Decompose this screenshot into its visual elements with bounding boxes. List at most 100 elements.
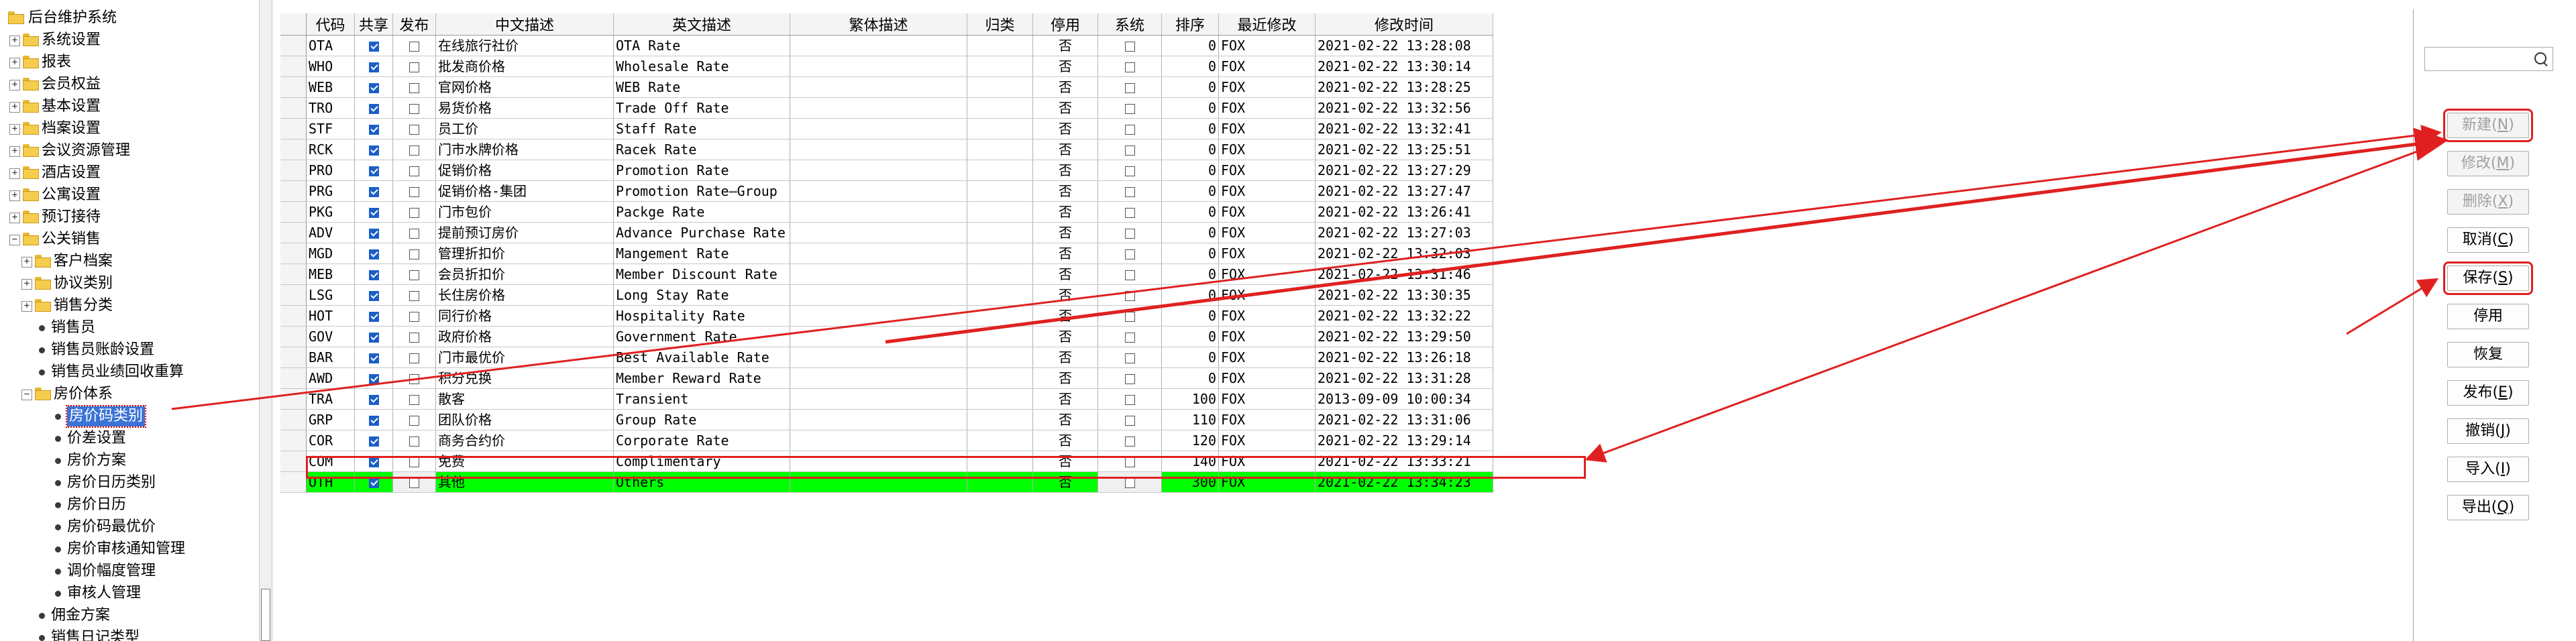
tw-cell[interactable] bbox=[790, 222, 967, 243]
tw-cell[interactable] bbox=[790, 180, 967, 202]
table-row[interactable]: WHO 批发商价格 Wholesale Rate 否 0 FOX 2021-02-22 13… bbox=[280, 56, 1493, 77]
publish-checkbox[interactable] bbox=[409, 353, 419, 363]
en-cell[interactable]: Packge Rate bbox=[613, 201, 790, 223]
sys-cell[interactable] bbox=[1097, 305, 1162, 327]
publish-cell[interactable] bbox=[392, 180, 436, 202]
publish-cell[interactable] bbox=[392, 118, 436, 139]
sys-checkbox[interactable] bbox=[1124, 373, 1135, 384]
sys-cell[interactable] bbox=[1097, 326, 1162, 347]
tree-item-label[interactable]: 房价方案 bbox=[67, 451, 126, 471]
tw-cell[interactable] bbox=[790, 409, 967, 430]
cn-cell[interactable]: 提前预订房价 bbox=[435, 222, 614, 243]
code-cell[interactable]: RCK bbox=[306, 139, 355, 160]
publish-cell[interactable] bbox=[392, 139, 436, 160]
tree-item[interactable]: + 档案设置 bbox=[0, 119, 259, 139]
tree-item[interactable]: + 协议类别 bbox=[0, 274, 259, 294]
mod-cell[interactable]: FOX bbox=[1218, 201, 1316, 223]
expand-icon[interactable]: + bbox=[9, 213, 20, 223]
row-header[interactable] bbox=[280, 347, 307, 368]
share-cell[interactable] bbox=[354, 243, 393, 264]
sort-cell[interactable]: 0 bbox=[1161, 284, 1219, 306]
row-header[interactable] bbox=[280, 367, 307, 389]
share-cell[interactable] bbox=[354, 222, 393, 243]
time-cell[interactable]: 2021-02-22 13:32:03 bbox=[1315, 243, 1493, 264]
code-cell[interactable]: WHO bbox=[306, 56, 355, 77]
tw-cell[interactable] bbox=[790, 451, 967, 472]
cn-cell[interactable]: 促销价格-集团 bbox=[435, 180, 614, 202]
sys-cell[interactable] bbox=[1097, 284, 1162, 306]
share-cell[interactable] bbox=[354, 118, 393, 139]
row-header[interactable] bbox=[280, 284, 307, 306]
cn-cell[interactable]: 散客 bbox=[435, 388, 614, 410]
table-row[interactable]: COR 商务合约价 Corporate Rate 否 120 FOX 2021-02-22 … bbox=[280, 430, 1493, 451]
en-cell[interactable]: Hospitality Rate bbox=[613, 305, 790, 327]
sys-cell[interactable] bbox=[1097, 347, 1162, 368]
share-cell[interactable] bbox=[354, 284, 393, 306]
table-row[interactable]: ADV 提前预订房价 Advance Purchase Rate 否 0 FOX 2021-… bbox=[280, 222, 1493, 243]
sys-cell[interactable] bbox=[1097, 56, 1162, 77]
tree-item[interactable]: + 销售分类 bbox=[0, 296, 259, 316]
share-cell[interactable] bbox=[354, 56, 393, 77]
sort-cell[interactable]: 0 bbox=[1161, 326, 1219, 347]
row-header[interactable] bbox=[280, 139, 307, 160]
sys-cell[interactable] bbox=[1097, 160, 1162, 181]
sys-checkbox[interactable] bbox=[1124, 436, 1135, 447]
mod-cell[interactable]: FOX bbox=[1218, 430, 1316, 451]
publish-cell[interactable] bbox=[392, 451, 436, 472]
sys-cell[interactable] bbox=[1097, 201, 1162, 223]
row-header[interactable] bbox=[280, 180, 307, 202]
tree-item[interactable]: 价差设置 bbox=[0, 428, 259, 449]
halt-cell[interactable]: 否 bbox=[1032, 347, 1098, 368]
share-checkbox[interactable] bbox=[368, 207, 379, 218]
sys-checkbox[interactable] bbox=[1124, 311, 1135, 322]
tree-item-label[interactable]: 佣金方案 bbox=[51, 605, 110, 626]
halt-cell[interactable]: 否 bbox=[1032, 388, 1098, 410]
tree-item[interactable]: 销售员账龄设置 bbox=[0, 340, 259, 360]
tree-item[interactable]: + 报表 bbox=[0, 52, 259, 72]
cat-cell[interactable] bbox=[967, 222, 1033, 243]
tw-cell[interactable] bbox=[790, 160, 967, 181]
publish-cell[interactable] bbox=[392, 264, 436, 285]
sys-cell[interactable] bbox=[1097, 97, 1162, 119]
row-header[interactable] bbox=[280, 305, 307, 327]
publish-checkbox[interactable] bbox=[409, 373, 419, 384]
code-cell[interactable]: MGD bbox=[306, 243, 355, 264]
en-cell[interactable]: Others bbox=[613, 471, 790, 493]
mod-cell[interactable]: FOX bbox=[1218, 160, 1316, 181]
tree-item[interactable]: 房价码最优价 bbox=[0, 517, 259, 537]
publish-cell[interactable] bbox=[392, 347, 436, 368]
button-8[interactable]: 撤销(J) bbox=[2447, 418, 2529, 444]
publish-cell[interactable] bbox=[392, 284, 436, 306]
publish-cell[interactable] bbox=[392, 243, 436, 264]
cat-cell[interactable] bbox=[967, 430, 1033, 451]
tree-item[interactable]: + 会员权益 bbox=[0, 74, 259, 95]
time-cell[interactable]: 2021-02-22 13:32:41 bbox=[1315, 118, 1493, 139]
tree-item-label[interactable]: 销售员业绩回收重算 bbox=[51, 362, 184, 382]
tree-item-label[interactable]: 客户档案 bbox=[54, 251, 113, 272]
code-cell[interactable]: STF bbox=[306, 118, 355, 139]
en-cell[interactable]: Member Discount Rate bbox=[613, 264, 790, 285]
column-header[interactable]: 代码 bbox=[306, 13, 355, 36]
sys-checkbox[interactable] bbox=[1124, 290, 1135, 301]
time-cell[interactable]: 2021-02-22 13:34:23 bbox=[1315, 471, 1493, 493]
share-cell[interactable] bbox=[354, 264, 393, 285]
share-checkbox[interactable] bbox=[368, 477, 379, 488]
tw-cell[interactable] bbox=[790, 118, 967, 139]
time-cell[interactable]: 2021-02-22 13:29:50 bbox=[1315, 326, 1493, 347]
share-cell[interactable] bbox=[354, 97, 393, 119]
tw-cell[interactable] bbox=[790, 264, 967, 285]
en-cell[interactable]: Member Reward Rate bbox=[613, 367, 790, 389]
code-cell[interactable]: GOV bbox=[306, 326, 355, 347]
row-header[interactable] bbox=[280, 409, 307, 430]
tree-item[interactable]: 调价幅度管理 bbox=[0, 561, 259, 581]
sort-cell[interactable]: 0 bbox=[1161, 97, 1219, 119]
column-header[interactable]: 英文描述 bbox=[613, 13, 790, 36]
sort-cell[interactable]: 0 bbox=[1161, 347, 1219, 368]
tw-cell[interactable] bbox=[790, 388, 967, 410]
tree-item[interactable]: 后台维护系统 bbox=[0, 8, 259, 28]
share-checkbox[interactable] bbox=[368, 353, 379, 363]
publish-checkbox[interactable] bbox=[409, 415, 419, 426]
sort-cell[interactable]: 0 bbox=[1161, 243, 1219, 264]
mod-cell[interactable]: FOX bbox=[1218, 471, 1316, 493]
table-row[interactable]: STF 员工价 Staff Rate 否 0 FOX 2021-02-22 13:32:41 bbox=[280, 118, 1493, 139]
